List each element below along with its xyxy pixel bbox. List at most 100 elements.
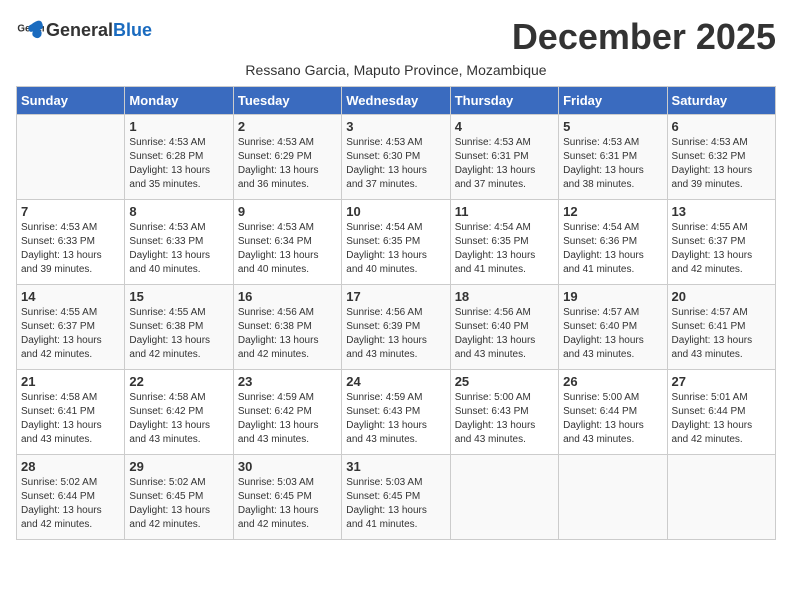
calendar-cell: 11Sunrise: 4:54 AM Sunset: 6:35 PM Dayli… bbox=[450, 200, 558, 285]
day-info: Sunrise: 4:58 AM Sunset: 6:42 PM Dayligh… bbox=[129, 391, 228, 447]
day-info: Sunrise: 5:02 AM Sunset: 6:44 PM Dayligh… bbox=[21, 476, 120, 532]
day-number: 27 bbox=[672, 374, 771, 389]
calendar-cell: 4 Sunrise: 4:53 AM Sunset: 6:31 PM Daylig… bbox=[450, 115, 558, 200]
day-info: Sunrise: 4:53 AM Sunset: 6:33 PM Dayligh… bbox=[129, 221, 228, 277]
day-number: 12 bbox=[563, 204, 662, 219]
calendar-header-row: SundayMondayTuesdayWednesdayThursdayFrid… bbox=[17, 87, 776, 115]
calendar-cell bbox=[450, 455, 558, 540]
day-header-wednesday: Wednesday bbox=[342, 87, 450, 115]
calendar-cell: 10Sunrise: 4:54 AM Sunset: 6:35 PM Dayli… bbox=[342, 200, 450, 285]
day-info: Sunrise: 4:53 AM Sunset: 6:31 PM Dayligh… bbox=[455, 136, 554, 192]
day-number: 16 bbox=[238, 289, 337, 304]
day-info: Sunrise: 5:03 AM Sunset: 6:45 PM Dayligh… bbox=[346, 476, 445, 532]
day-info: Sunrise: 5:02 AM Sunset: 6:45 PM Dayligh… bbox=[129, 476, 228, 532]
calendar-cell: 20 Sunrise: 4:57 AM Sunset: 6:41 PM Dayli… bbox=[667, 285, 775, 370]
calendar-cell: 18Sunrise: 4:56 AM Sunset: 6:40 PM Dayli… bbox=[450, 285, 558, 370]
day-number: 28 bbox=[21, 459, 120, 474]
day-number: 22 bbox=[129, 374, 228, 389]
day-number: 31 bbox=[346, 459, 445, 474]
day-info: Sunrise: 4:59 AM Sunset: 6:42 PM Dayligh… bbox=[238, 391, 337, 447]
logo-blue-text: Blue bbox=[113, 20, 152, 40]
calendar-cell: 24 Sunrise: 4:59 AM Sunset: 6:43 PM Dayli… bbox=[342, 370, 450, 455]
day-info: Sunrise: 4:53 AM Sunset: 6:31 PM Dayligh… bbox=[563, 136, 662, 192]
calendar-cell: 9 Sunrise: 4:53 AM Sunset: 6:34 PM Daylig… bbox=[233, 200, 341, 285]
calendar-cell: 13 Sunrise: 4:55 AM Sunset: 6:37 PM Dayli… bbox=[667, 200, 775, 285]
calendar-cell: 7 Sunrise: 4:53 AM Sunset: 6:33 PM Daylig… bbox=[17, 200, 125, 285]
calendar-cell bbox=[559, 455, 667, 540]
day-number: 19 bbox=[563, 289, 662, 304]
day-number: 24 bbox=[346, 374, 445, 389]
day-info: Sunrise: 4:57 AM Sunset: 6:40 PM Dayligh… bbox=[563, 306, 662, 362]
day-header-saturday: Saturday bbox=[667, 87, 775, 115]
day-info: Sunrise: 4:55 AM Sunset: 6:37 PM Dayligh… bbox=[21, 306, 120, 362]
calendar-cell: 6Sunrise: 4:53 AM Sunset: 6:32 PM Daylig… bbox=[667, 115, 775, 200]
calendar-cell: 23Sunrise: 4:59 AM Sunset: 6:42 PM Dayli… bbox=[233, 370, 341, 455]
day-info: Sunrise: 4:59 AM Sunset: 6:43 PM Dayligh… bbox=[346, 391, 445, 447]
day-number: 1 bbox=[129, 119, 228, 134]
calendar-cell: 28 Sunrise: 5:02 AM Sunset: 6:44 PM Dayli… bbox=[17, 455, 125, 540]
calendar-body: 1Sunrise: 4:53 AM Sunset: 6:28 PM Daylig… bbox=[17, 115, 776, 540]
day-info: Sunrise: 4:53 AM Sunset: 6:34 PM Dayligh… bbox=[238, 221, 337, 277]
calendar-week-5: 28 Sunrise: 5:02 AM Sunset: 6:44 PM Dayli… bbox=[17, 455, 776, 540]
calendar-cell: 12 Sunrise: 4:54 AM Sunset: 6:36 PM Dayli… bbox=[559, 200, 667, 285]
day-number: 8 bbox=[129, 204, 228, 219]
day-number: 29 bbox=[129, 459, 228, 474]
calendar-cell: 21 Sunrise: 4:58 AM Sunset: 6:41 PM Dayli… bbox=[17, 370, 125, 455]
day-info: Sunrise: 4:55 AM Sunset: 6:37 PM Dayligh… bbox=[672, 221, 771, 277]
day-info: Sunrise: 4:58 AM Sunset: 6:41 PM Dayligh… bbox=[21, 391, 120, 447]
day-number: 30 bbox=[238, 459, 337, 474]
logo: General GeneralBlue bbox=[16, 16, 152, 44]
calendar-cell: 8 Sunrise: 4:53 AM Sunset: 6:33 PM Daylig… bbox=[125, 200, 233, 285]
day-info: Sunrise: 5:03 AM Sunset: 6:45 PM Dayligh… bbox=[238, 476, 337, 532]
day-number: 3 bbox=[346, 119, 445, 134]
calendar-table: SundayMondayTuesdayWednesdayThursdayFrid… bbox=[16, 86, 776, 540]
day-number: 2 bbox=[238, 119, 337, 134]
day-info: Sunrise: 4:55 AM Sunset: 6:38 PM Dayligh… bbox=[129, 306, 228, 362]
day-info: Sunrise: 4:53 AM Sunset: 6:33 PM Dayligh… bbox=[21, 221, 120, 277]
day-number: 21 bbox=[21, 374, 120, 389]
calendar-cell bbox=[667, 455, 775, 540]
logo-general-text: General bbox=[46, 20, 113, 40]
day-number: 26 bbox=[563, 374, 662, 389]
day-number: 6 bbox=[672, 119, 771, 134]
calendar-week-2: 7 Sunrise: 4:53 AM Sunset: 6:33 PM Daylig… bbox=[17, 200, 776, 285]
day-info: Sunrise: 5:01 AM Sunset: 6:44 PM Dayligh… bbox=[672, 391, 771, 447]
calendar-cell bbox=[17, 115, 125, 200]
day-number: 17 bbox=[346, 289, 445, 304]
calendar-week-1: 1Sunrise: 4:53 AM Sunset: 6:28 PM Daylig… bbox=[17, 115, 776, 200]
day-info: Sunrise: 4:56 AM Sunset: 6:39 PM Dayligh… bbox=[346, 306, 445, 362]
calendar-cell: 29 Sunrise: 5:02 AM Sunset: 6:45 PM Dayli… bbox=[125, 455, 233, 540]
day-number: 20 bbox=[672, 289, 771, 304]
day-info: Sunrise: 4:53 AM Sunset: 6:30 PM Dayligh… bbox=[346, 136, 445, 192]
month-title: December 2025 bbox=[512, 16, 776, 58]
day-info: Sunrise: 4:54 AM Sunset: 6:35 PM Dayligh… bbox=[346, 221, 445, 277]
day-info: Sunrise: 4:53 AM Sunset: 6:29 PM Dayligh… bbox=[238, 136, 337, 192]
day-number: 11 bbox=[455, 204, 554, 219]
day-header-tuesday: Tuesday bbox=[233, 87, 341, 115]
day-info: Sunrise: 5:00 AM Sunset: 6:43 PM Dayligh… bbox=[455, 391, 554, 447]
day-number: 7 bbox=[21, 204, 120, 219]
calendar-cell: 1Sunrise: 4:53 AM Sunset: 6:28 PM Daylig… bbox=[125, 115, 233, 200]
day-info: Sunrise: 4:57 AM Sunset: 6:41 PM Dayligh… bbox=[672, 306, 771, 362]
day-number: 15 bbox=[129, 289, 228, 304]
day-number: 4 bbox=[455, 119, 554, 134]
day-number: 13 bbox=[672, 204, 771, 219]
calendar-cell: 2 Sunrise: 4:53 AM Sunset: 6:29 PM Daylig… bbox=[233, 115, 341, 200]
calendar-cell: 27 Sunrise: 5:01 AM Sunset: 6:44 PM Dayli… bbox=[667, 370, 775, 455]
day-header-sunday: Sunday bbox=[17, 87, 125, 115]
calendar-cell: 15 Sunrise: 4:55 AM Sunset: 6:38 PM Dayli… bbox=[125, 285, 233, 370]
calendar-cell: 17 Sunrise: 4:56 AM Sunset: 6:39 PM Dayli… bbox=[342, 285, 450, 370]
calendar-cell: 19 Sunrise: 4:57 AM Sunset: 6:40 PM Dayli… bbox=[559, 285, 667, 370]
day-info: Sunrise: 4:56 AM Sunset: 6:38 PM Dayligh… bbox=[238, 306, 337, 362]
calendar-week-4: 21 Sunrise: 4:58 AM Sunset: 6:41 PM Dayli… bbox=[17, 370, 776, 455]
calendar-cell: 25Sunrise: 5:00 AM Sunset: 6:43 PM Dayli… bbox=[450, 370, 558, 455]
day-info: Sunrise: 4:54 AM Sunset: 6:36 PM Dayligh… bbox=[563, 221, 662, 277]
calendar-cell: 5Sunrise: 4:53 AM Sunset: 6:31 PM Daylig… bbox=[559, 115, 667, 200]
calendar-cell: 26 Sunrise: 5:00 AM Sunset: 6:44 PM Dayli… bbox=[559, 370, 667, 455]
day-info: Sunrise: 5:00 AM Sunset: 6:44 PM Dayligh… bbox=[563, 391, 662, 447]
location-subtitle: Ressano Garcia, Maputo Province, Mozambi… bbox=[16, 62, 776, 78]
day-number: 18 bbox=[455, 289, 554, 304]
calendar-cell: 30 Sunrise: 5:03 AM Sunset: 6:45 PM Dayli… bbox=[233, 455, 341, 540]
day-number: 9 bbox=[238, 204, 337, 219]
calendar-week-3: 14Sunrise: 4:55 AM Sunset: 6:37 PM Dayli… bbox=[17, 285, 776, 370]
